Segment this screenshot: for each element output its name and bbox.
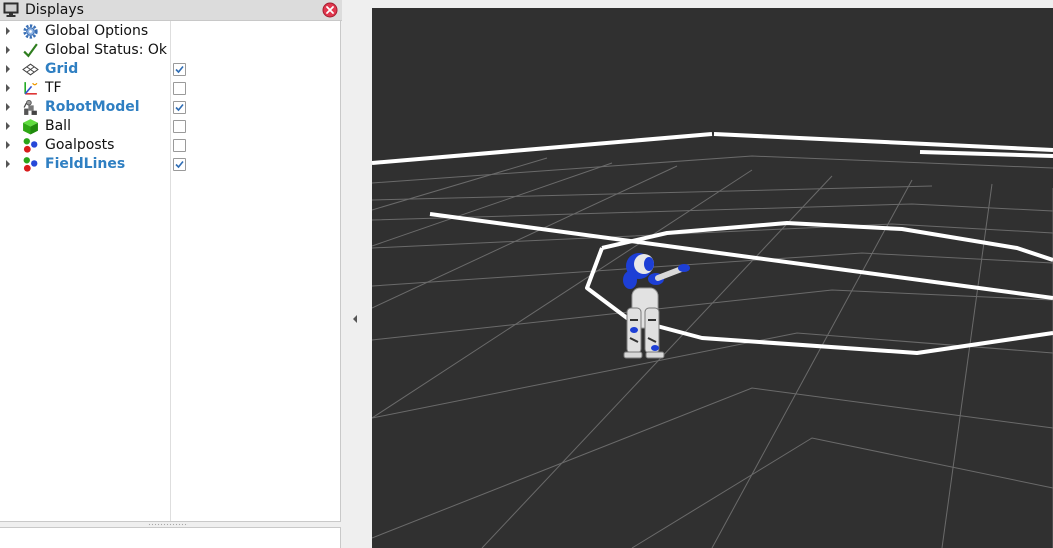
tree-row-ball[interactable]: Ball [0,117,340,136]
nao-robot [623,253,690,359]
expand-arrow-icon[interactable] [6,46,10,54]
expand-arrow-icon[interactable] [6,122,10,130]
tree-row-fieldlines[interactable]: FieldLines [0,155,340,174]
ground-grid [372,155,1053,548]
tree-row-global-options[interactable]: Global Options [0,22,340,41]
expand-arrow-icon[interactable] [6,103,10,111]
enable-checkbox[interactable] [173,120,186,133]
tree-row-label: Goalposts [45,137,115,153]
grid-icon [22,61,39,78]
tree-row-label: Global Status: Ok [45,42,168,58]
displays-tree[interactable]: Global Options Global Status: Ok Grid TF… [0,21,341,522]
tree-row-robotmodel[interactable]: RobotModel [0,98,340,117]
expand-arrow-icon[interactable] [6,65,10,73]
tree-row-label: Grid [45,61,79,77]
expand-arrow-icon[interactable] [6,141,10,149]
displays-panel-titlebar[interactable]: Displays [0,0,342,21]
panel-splitter[interactable] [342,0,372,548]
tree-row-tf[interactable]: TF [0,79,340,98]
checkmark-icon [22,42,39,59]
tree-row-label: Ball [45,118,71,134]
rviz-window: Displays Global Options Global Status: O… [0,0,1053,548]
close-icon[interactable] [322,2,338,18]
markers-icon [22,137,39,154]
tree-row-label: RobotModel [45,99,140,115]
markers-icon [22,156,39,173]
3d-scene [372,132,1053,548]
expand-arrow-icon[interactable] [6,27,10,35]
tree-row-label: FieldLines [45,156,126,172]
expand-arrow-icon[interactable] [6,160,10,168]
displays-panel: Displays Global Options Global Status: O… [0,0,342,548]
monitor-icon [3,2,19,18]
3d-render-view[interactable] [372,8,1053,548]
panel-title: Displays [25,2,84,18]
tree-row-label: Global Options [45,23,149,39]
tree-row-label: TF [45,80,62,96]
robot-icon [22,99,39,116]
axes-icon [22,80,39,97]
panel-resize-grip[interactable] [148,523,188,526]
property-description-area [0,527,341,548]
enable-checkbox[interactable] [173,139,186,152]
enable-checkbox[interactable] [173,63,186,76]
enable-checkbox[interactable] [173,101,186,114]
tree-row-global-status[interactable]: Global Status: Ok [0,41,340,60]
enable-checkbox[interactable] [173,82,186,95]
enable-checkbox[interactable] [173,158,186,171]
gear-icon [22,23,39,40]
tree-row-grid[interactable]: Grid [0,60,340,79]
expand-arrow-icon[interactable] [6,84,10,92]
tree-row-goalposts[interactable]: Goalposts [0,136,340,155]
collapse-left-icon[interactable] [353,315,357,323]
green-cube-icon [22,118,39,135]
